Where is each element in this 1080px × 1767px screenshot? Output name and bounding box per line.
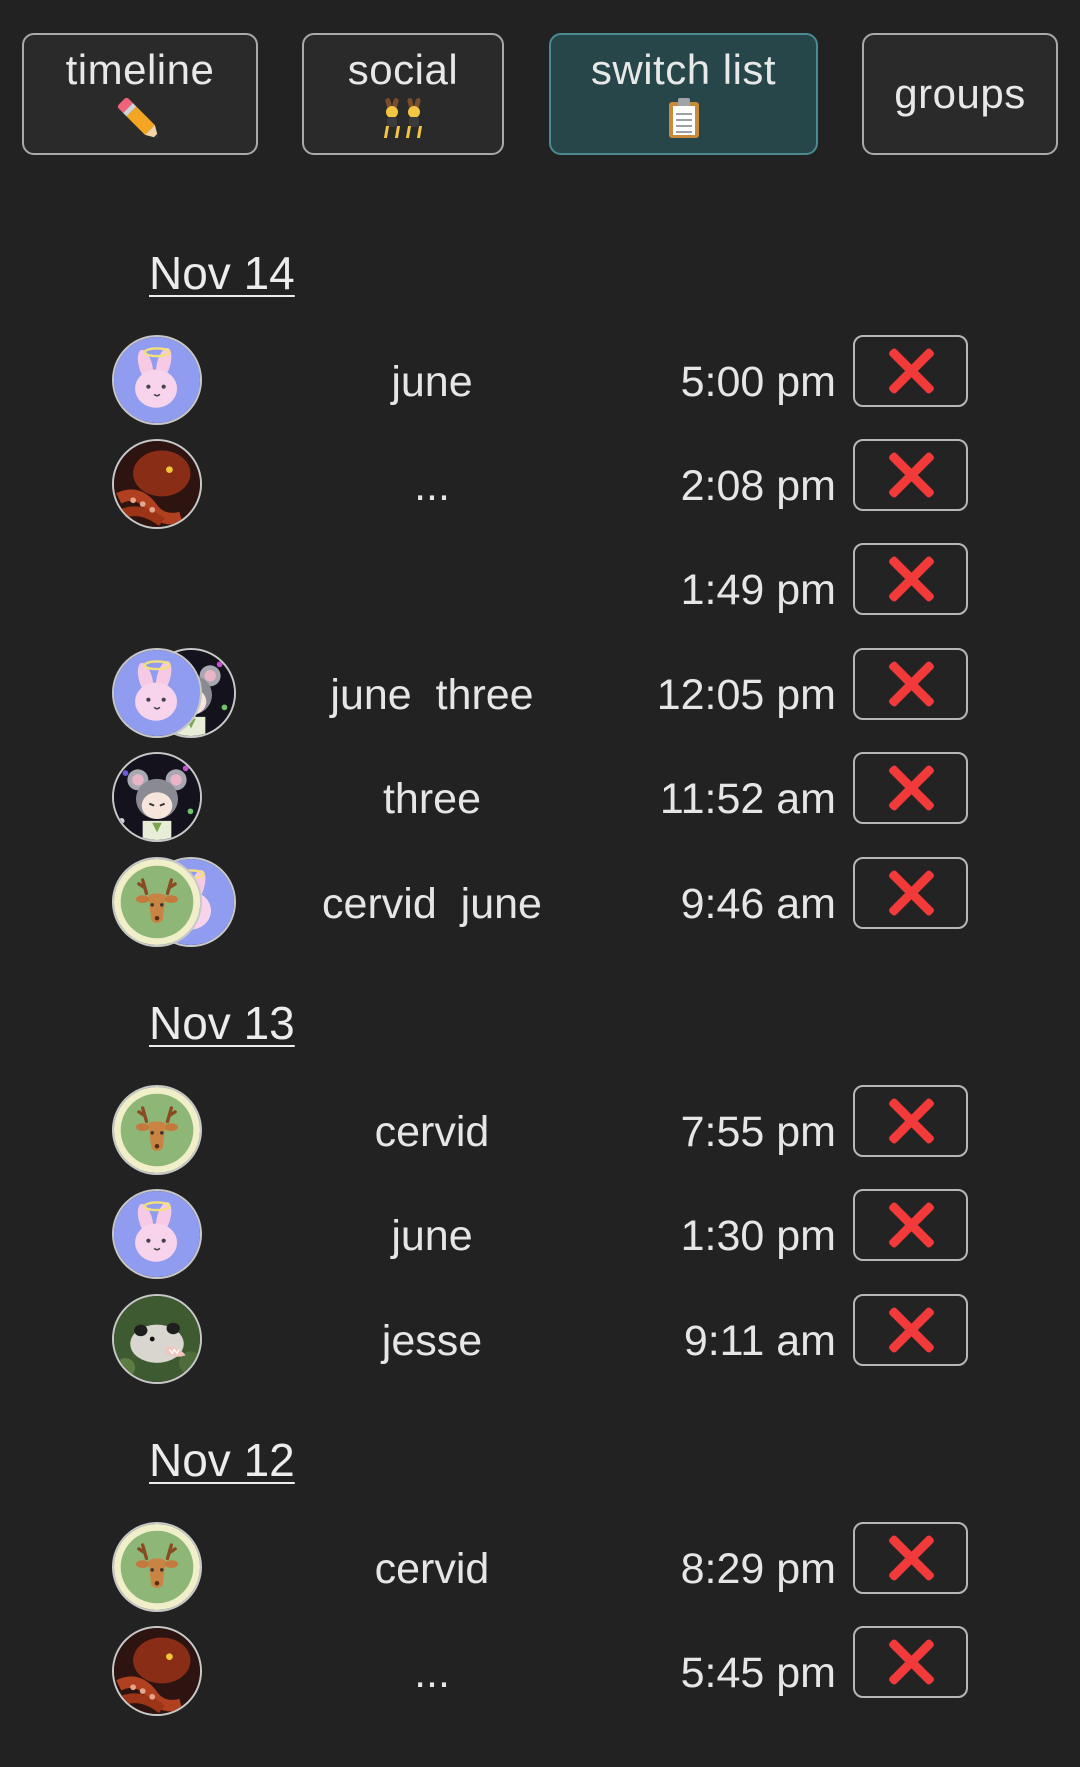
switch-row: ... 2:08 pm: [112, 439, 972, 533]
deer-avatar[interactable]: [112, 1085, 202, 1175]
member-names: jesse: [381, 1316, 483, 1365]
tab-label: groups: [894, 70, 1026, 117]
avatar-stack: [112, 1294, 242, 1388]
tab-label: switch list: [590, 46, 777, 93]
member-names: june three: [330, 670, 534, 719]
red-x-icon: [886, 1096, 936, 1146]
deer-avatar[interactable]: [112, 857, 202, 947]
red-x-icon: [886, 346, 936, 396]
red-x-icon: [886, 1533, 936, 1583]
member-names: three: [382, 774, 481, 823]
switch-time: 11:52 am: [659, 774, 836, 823]
switch-time: 7:55 pm: [680, 1107, 836, 1156]
delete-switch-button[interactable]: [853, 439, 968, 511]
delete-switch-button[interactable]: [853, 543, 968, 615]
tab-social[interactable]: social: [302, 33, 504, 155]
switch-row: june 1:30 pm: [112, 1189, 972, 1283]
bunny-halo-avatar[interactable]: [112, 648, 202, 738]
delete-switch-button[interactable]: [853, 335, 968, 407]
avatar-stack: [112, 439, 242, 533]
switch-time: 1:30 pm: [680, 1211, 836, 1260]
switch-time: 9:11 am: [683, 1316, 836, 1365]
delete-switch-button[interactable]: [853, 1085, 968, 1157]
avatar-stack: [112, 857, 242, 951]
delete-switch-button[interactable]: [853, 1189, 968, 1261]
date-heading: Nov 13: [149, 997, 295, 1049]
switch-row: jesse 9:11 am: [112, 1294, 972, 1388]
red-x-icon: [886, 868, 936, 918]
member-names: ...: [414, 461, 450, 510]
dancers-icon: [382, 93, 424, 141]
red-x-icon: [886, 1200, 936, 1250]
switch-time: 8:29 pm: [680, 1544, 836, 1593]
switch-time: 9:46 am: [680, 879, 836, 928]
bunny-halo-avatar[interactable]: [112, 335, 202, 425]
date-heading: Nov 14: [149, 247, 295, 299]
switch-row: june three 12:05 pm: [112, 648, 972, 742]
avatar-stack: [112, 1626, 242, 1720]
member-names: cervid june: [322, 879, 542, 928]
octopus-avatar[interactable]: [112, 439, 202, 529]
avatar-stack: [112, 1189, 242, 1283]
delete-switch-button[interactable]: [853, 1294, 968, 1366]
delete-switch-button[interactable]: [853, 1626, 968, 1698]
octopus-avatar[interactable]: [112, 1626, 202, 1716]
switch-row: 1:49 pm: [112, 543, 972, 637]
switch-row: cervid june 9:46 am: [112, 857, 972, 951]
switch-row: cervid 7:55 pm: [112, 1085, 972, 1179]
switch-time: 1:49 pm: [680, 565, 836, 614]
red-x-icon: [886, 763, 936, 813]
opossum-avatar[interactable]: [112, 1294, 202, 1384]
avatar-stack: [112, 752, 242, 846]
tab-label: social: [347, 46, 459, 93]
avatar-stack: [112, 543, 242, 637]
switch-time: 5:00 pm: [680, 357, 836, 406]
red-x-icon: [886, 450, 936, 500]
clipboard-icon: [668, 93, 699, 141]
member-names: ...: [414, 1648, 450, 1697]
tab-label: timeline: [65, 46, 215, 93]
member-names: june: [391, 1211, 473, 1260]
avatar-stack: [112, 1085, 242, 1179]
deer-avatar[interactable]: [112, 1522, 202, 1612]
pencil-icon: [114, 93, 166, 144]
switch-row: cervid 8:29 pm: [112, 1522, 972, 1616]
delete-switch-button[interactable]: [853, 752, 968, 824]
avatar-stack: [112, 648, 242, 742]
switch-time: 5:45 pm: [680, 1648, 836, 1697]
red-x-icon: [886, 1637, 936, 1687]
tab-bar: timeline social switch list groups: [22, 33, 1058, 159]
switch-row: ... 5:45 pm: [112, 1626, 972, 1720]
switch-row: three 11:52 am: [112, 752, 972, 846]
delete-switch-button[interactable]: [853, 648, 968, 720]
date-heading: Nov 12: [149, 1434, 295, 1486]
tab-switch-list[interactable]: switch list: [549, 33, 818, 155]
red-x-icon: [886, 554, 936, 604]
member-names: cervid: [374, 1107, 490, 1156]
switch-time: 2:08 pm: [680, 461, 836, 510]
red-x-icon: [886, 1305, 936, 1355]
avatar-stack: [112, 1522, 242, 1616]
tab-timeline[interactable]: timeline: [22, 33, 258, 155]
mouse-girl-avatar[interactable]: [112, 752, 202, 842]
switch-time: 12:05 pm: [656, 670, 836, 719]
switch-row: june 5:00 pm: [112, 335, 972, 429]
avatar-stack: [112, 335, 242, 429]
red-x-icon: [886, 659, 936, 709]
member-names: cervid: [374, 1544, 490, 1593]
delete-switch-button[interactable]: [853, 857, 968, 929]
delete-switch-button[interactable]: [853, 1522, 968, 1594]
member-names: [272, 543, 592, 637]
tab-groups[interactable]: groups: [862, 33, 1058, 155]
bunny-halo-avatar[interactable]: [112, 1189, 202, 1279]
member-names: june: [391, 357, 473, 406]
